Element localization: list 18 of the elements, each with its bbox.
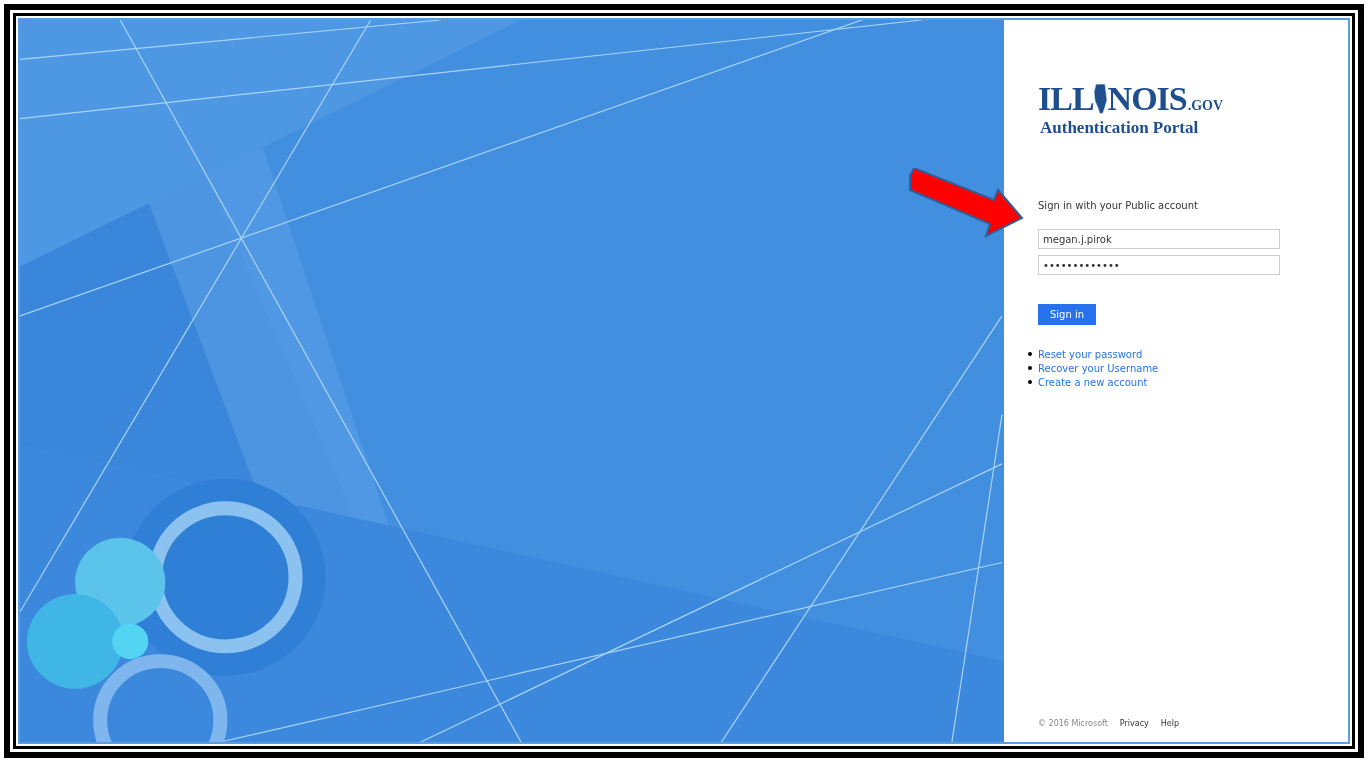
logo-text: ILL (1038, 82, 1094, 116)
account-link[interactable]: Reset your password (1038, 348, 1143, 360)
account-link[interactable]: Recover your Username (1038, 362, 1159, 374)
password-field[interactable]: ••••••••••••• (1038, 255, 1280, 275)
account-link[interactable]: Create a new account (1038, 376, 1148, 388)
username-field[interactable]: megan.j.pirok (1038, 229, 1280, 249)
bullet-icon (1028, 366, 1032, 370)
footer-link[interactable]: Help (1160, 719, 1180, 728)
sign-in-button[interactable]: Sign in (1038, 304, 1096, 325)
bullet-icon (1028, 380, 1032, 384)
state-map-icon (1093, 84, 1108, 114)
footer-link[interactable]: Privacy (1119, 719, 1149, 728)
logo-text: NOIS (1107, 82, 1187, 116)
sign-in-prompt: Sign in with your Public account (1038, 200, 1199, 211)
logo-suffix: .GOV (1187, 97, 1224, 115)
logo-subtitle: Authentication Portal (1040, 118, 1200, 138)
bullet-icon (1028, 352, 1032, 356)
copyright-text: © 2016 Microsoft (1038, 719, 1108, 728)
